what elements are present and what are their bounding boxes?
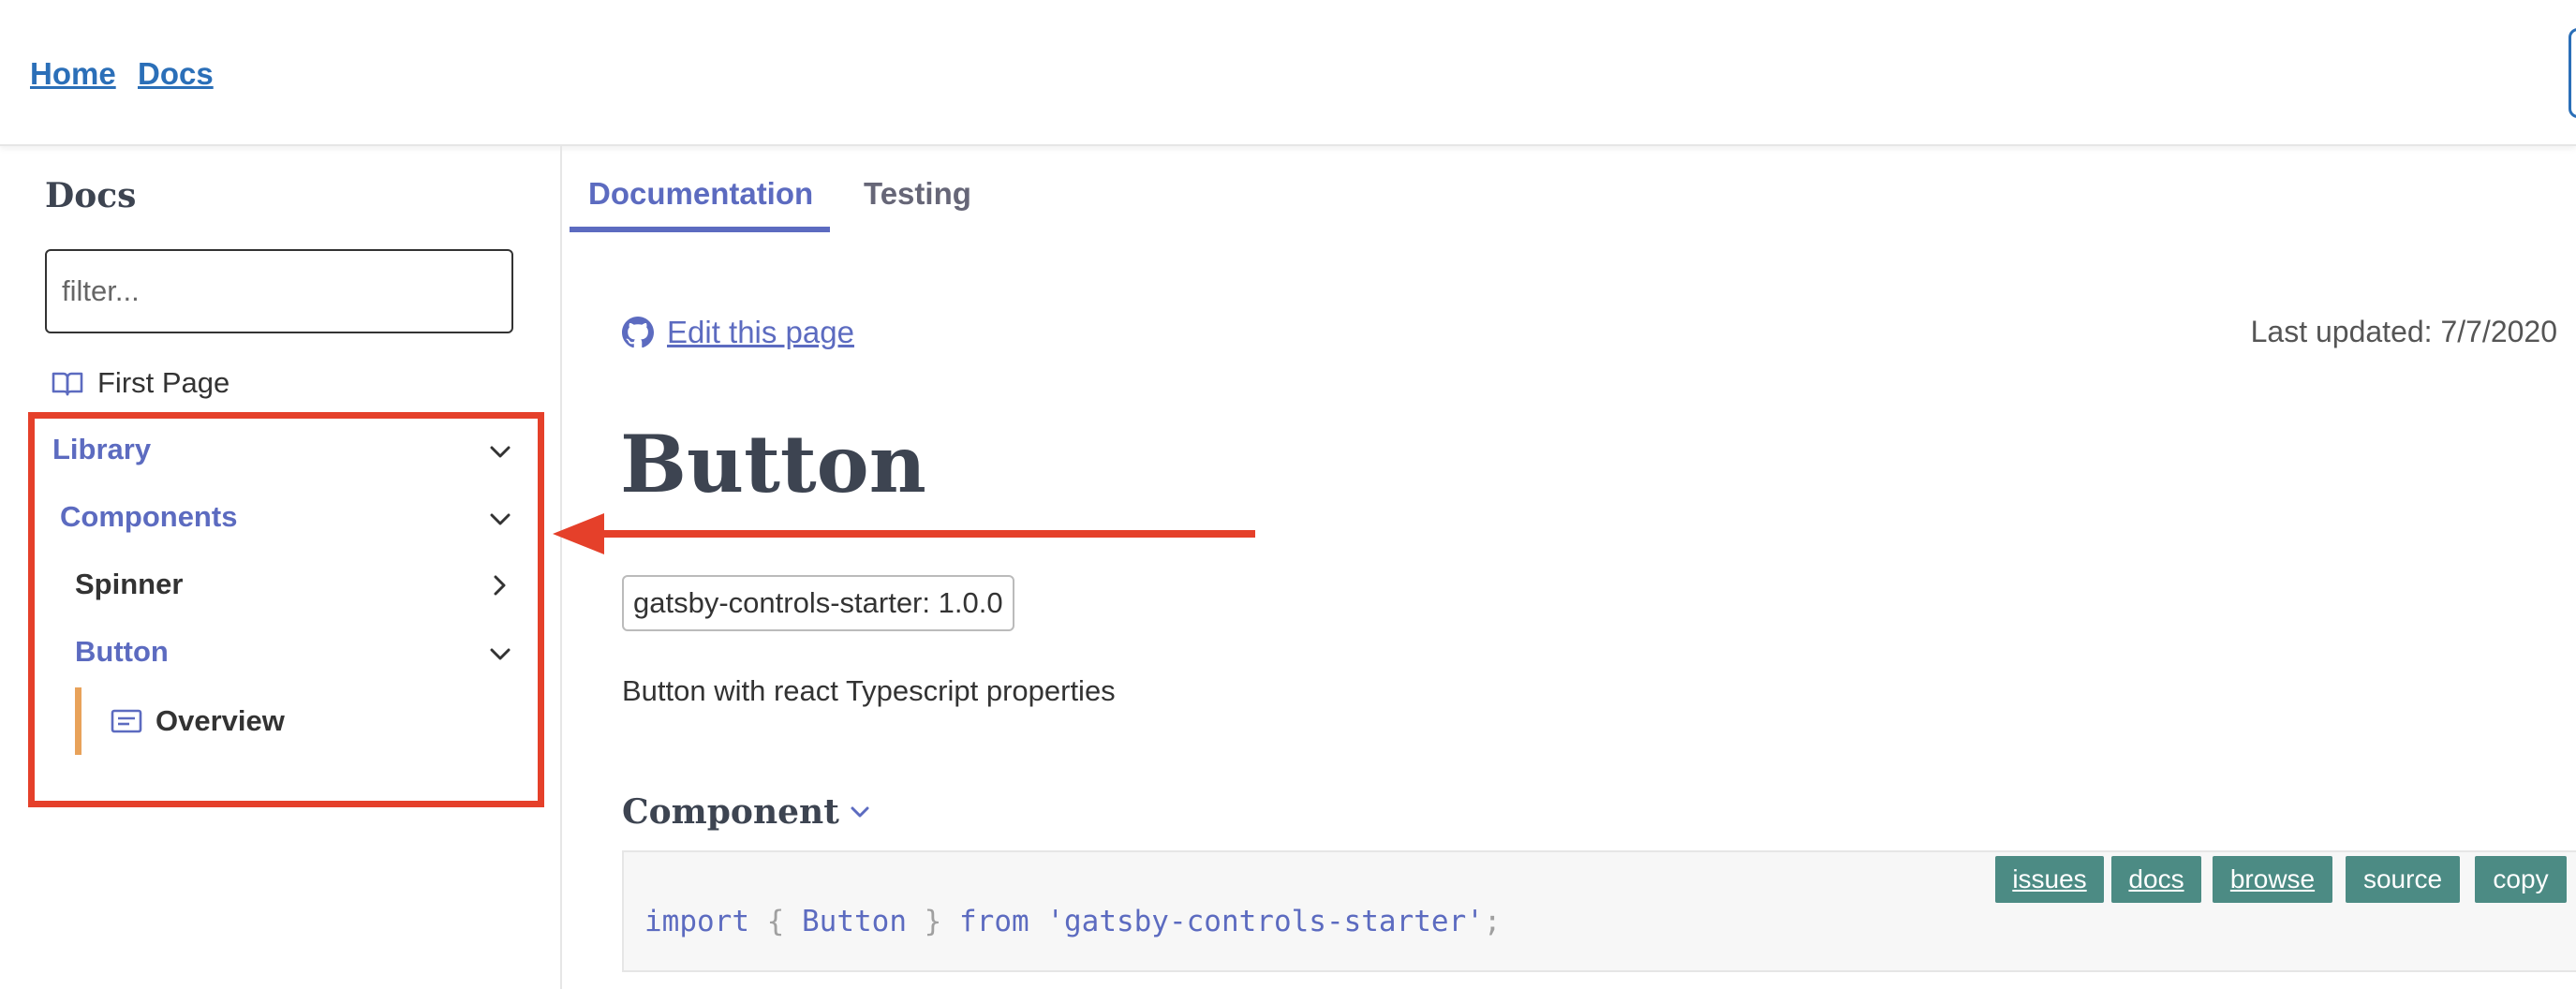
code-identifier: Button [802,905,907,938]
sidebar-title: Docs [45,176,137,215]
page-description: Button with react Typescript properties [622,674,1116,707]
nav-docs-link[interactable]: Docs [138,56,214,92]
last-updated-text: Last updated: 7/7/2020 [2250,315,2557,348]
code-punctuation: ; [1483,905,1502,938]
copy-button[interactable]: copy [2475,856,2567,903]
code-keyword: import [644,905,749,938]
tab-testing[interactable]: Testing [864,176,971,212]
browse-button[interactable]: browse [2213,856,2332,903]
book-open-icon [51,369,84,397]
code-punctuation: { [766,905,785,938]
top-navbar: Home Docs [0,0,2576,146]
annotation-arrow-icon [553,513,1255,554]
nav-home-link[interactable]: Home [30,56,116,92]
header-action-button[interactable] [2569,28,2576,118]
sidebar-filter-input[interactable] [45,249,513,333]
page-title: Button [620,418,926,510]
section-title: Component [622,792,839,832]
edit-page-link[interactable]: Edit this page [622,315,854,350]
docs-button[interactable]: docs [2111,856,2201,903]
issues-button[interactable]: issues [1995,856,2104,903]
version-badge: gatsby-controls-starter: 1.0.0 [622,575,1014,631]
annotation-highlight-box [28,412,544,807]
code-punctuation: } [924,905,942,938]
source-button[interactable]: source [2346,856,2460,903]
component-section-toggle[interactable]: Component [622,792,869,832]
active-tab-indicator [570,227,830,232]
tab-documentation[interactable]: Documentation [588,176,813,212]
code-keyword: from [959,905,1029,938]
chevron-down-icon [851,806,869,818]
sidebar-item-label: First Page [97,366,230,399]
code-import-line: import { Button } from 'gatsby-controls-… [644,905,1502,938]
code-string: 'gatsby-controls-starter' [1046,905,1484,938]
sidebar-item-first-page[interactable]: First Page [51,366,229,400]
edit-page-label: Edit this page [667,315,854,349]
github-icon [622,317,654,348]
